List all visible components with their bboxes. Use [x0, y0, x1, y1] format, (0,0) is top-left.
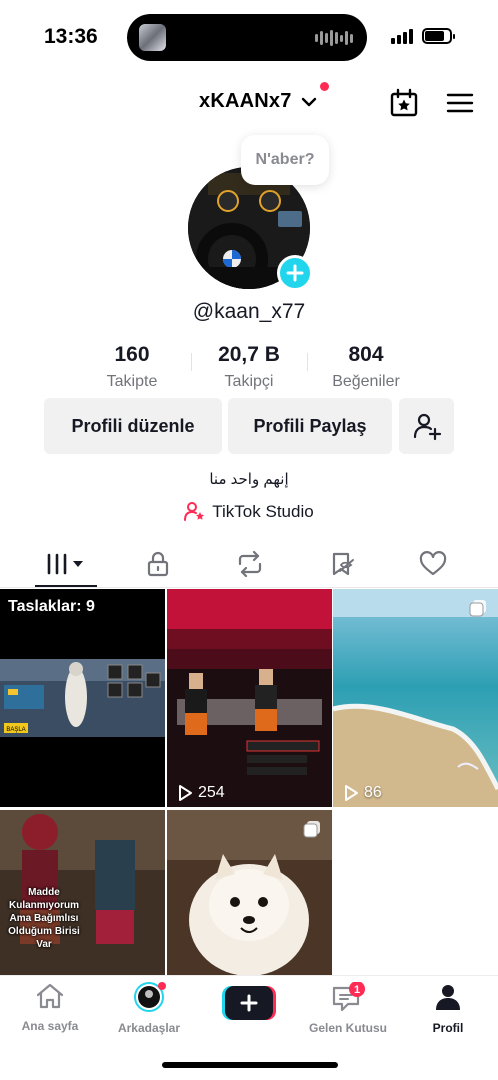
profile-note-bubble[interactable]: N'aber?: [241, 135, 329, 185]
account-switcher-username[interactable]: xKAANx7: [199, 90, 292, 113]
game-button-label: BAŞLA: [6, 727, 25, 733]
multiple-photos-icon: [469, 600, 486, 617]
video-thumbnail: [167, 589, 332, 807]
plus-icon: [286, 264, 304, 282]
photo-tile[interactable]: 86: [333, 589, 498, 807]
create-plus-icon: [222, 986, 276, 1020]
drafts-tile[interactable]: BAŞLA Taslaklar: 9: [0, 589, 165, 807]
home-icon: [36, 983, 64, 1009]
studio-link-label: TikTok Studio: [212, 502, 314, 521]
stat-value: 160: [114, 343, 150, 366]
battery-level: [425, 31, 445, 41]
photo-tile[interactable]: [167, 810, 332, 975]
calendar-star-icon[interactable]: [389, 88, 419, 118]
multiple-photos-icon: [303, 821, 320, 838]
stat-following[interactable]: 160 Takipte: [67, 343, 197, 391]
stat-label: Takipçi: [224, 373, 274, 390]
now-playing-artwork: [139, 24, 166, 51]
status-bar: 13:36: [0, 0, 498, 74]
tab-liked[interactable]: [383, 540, 482, 588]
friends-avatar-icon: [134, 982, 166, 1012]
dynamic-island[interactable]: [127, 14, 367, 61]
edit-profile-button[interactable]: Profili düzenle: [44, 398, 222, 454]
video-tile[interactable]: Madde Kulanmıyorum Ama Bağımlısı Olduğum…: [0, 810, 165, 975]
add-friends-button[interactable]: [399, 398, 454, 454]
repost-icon: [238, 551, 261, 577]
nav-label: Profil: [432, 1021, 464, 1035]
nav-label: Ana sayfa: [21, 1019, 79, 1033]
drafts-thumbnail: BAŞLA: [0, 589, 165, 807]
nav-inbox[interactable]: 1 Gelen Kutusu: [298, 981, 398, 1035]
video-caption-overlay: Madde Kulanmıyorum Ama Bağımlısı Olduğum…: [8, 887, 80, 950]
nav-friends[interactable]: Arkadaşlar: [99, 982, 199, 1035]
stat-likes[interactable]: 804 Beğeniler: [301, 343, 431, 391]
inbox-badge-count: 1: [354, 984, 360, 996]
profile-content-tabs: [0, 540, 498, 588]
bookmark-hidden-icon: [332, 552, 354, 576]
lock-icon: [147, 551, 168, 577]
profile-icon: [436, 985, 460, 1010]
tab-private[interactable]: [108, 540, 207, 588]
profile-handle: @kaan_x77: [192, 300, 306, 323]
cellular-signal-icon: [391, 28, 413, 44]
chevron-down-icon[interactable]: [301, 96, 317, 108]
play-icon: [345, 785, 358, 801]
share-profile-button[interactable]: Profili Paylaş: [228, 398, 392, 454]
status-time: 13:36: [44, 25, 98, 48]
stat-value: 20,7 B: [218, 343, 280, 366]
active-tab-indicator: [35, 585, 97, 587]
creator-star-icon: [184, 502, 205, 521]
profile-header: xKAANx7: [0, 80, 498, 124]
home-indicator[interactable]: [162, 1062, 338, 1068]
hamburger-menu-icon[interactable]: [446, 91, 474, 115]
tiktok-studio-link[interactable]: TikTok Studio: [0, 502, 498, 527]
view-count-value: 254: [198, 784, 225, 801]
video-grid: BAŞLA Taslaklar: 9 254 86 Madde Kulanmıy…: [0, 589, 498, 975]
video-tile[interactable]: 254: [167, 589, 332, 807]
grid-icon: [47, 553, 83, 575]
tab-reposts[interactable]: [200, 540, 299, 588]
nav-label: Gelen Kutusu: [308, 1021, 387, 1035]
create-button[interactable]: [222, 986, 276, 1020]
tab-favorites[interactable]: [292, 540, 391, 588]
stat-value: 804: [348, 343, 384, 366]
profile-bio: إنهم واحد منا: [209, 471, 289, 488]
view-count: 86: [342, 784, 382, 802]
nav-profile[interactable]: Profil: [398, 982, 498, 1035]
tab-videos[interactable]: [17, 540, 116, 588]
add-story-button[interactable]: [277, 255, 313, 291]
stat-label: Takipte: [106, 373, 158, 390]
stat-followers[interactable]: 20,7 B Takipçi: [184, 343, 314, 391]
drafts-count-label: Taslaklar: 9: [8, 598, 95, 615]
stat-label: Beğeniler: [332, 373, 400, 390]
notification-dot: [320, 82, 329, 91]
play-icon: [179, 785, 192, 801]
inbox-icon: 1: [332, 981, 365, 1012]
profile-stats: 160 Takipte 20,7 B Takipçi 804 Beğeniler: [0, 343, 498, 393]
audio-waveform-icon: [315, 29, 353, 47]
heart-icon: [419, 551, 446, 576]
view-count: 254: [176, 784, 225, 802]
nav-home[interactable]: Ana sayfa: [0, 982, 100, 1033]
add-person-icon: [413, 413, 441, 441]
nav-label: Arkadaşlar: [117, 1021, 181, 1035]
view-count-value: 86: [364, 784, 382, 801]
beach-thumbnail: [333, 589, 498, 807]
battery-icon: [422, 28, 455, 44]
